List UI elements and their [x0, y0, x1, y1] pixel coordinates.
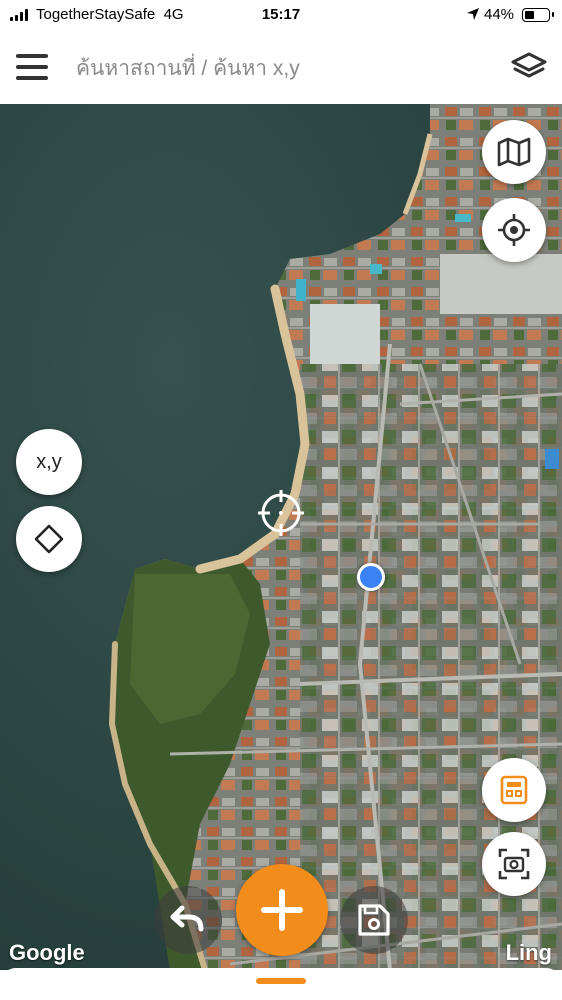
direction-button[interactable]: [16, 506, 82, 572]
layers-icon[interactable]: [508, 50, 550, 84]
crosshair-icon: [258, 490, 304, 536]
undo-button[interactable]: [154, 886, 222, 954]
watermark: Ling: [505, 940, 552, 965]
plus-icon: [261, 889, 303, 931]
satellite-map[interactable]: x,y Google Ling: [0, 104, 562, 970]
undo-icon: [170, 905, 204, 932]
map-icon: [497, 137, 531, 167]
battery-percent: 44%: [484, 6, 515, 23]
menu-icon[interactable]: [14, 54, 50, 80]
search-input[interactable]: ค้นหาสถานที่ / ค้นหา x,y: [76, 52, 300, 85]
calculator-icon: [500, 775, 528, 805]
diamond-icon: [34, 524, 64, 554]
battery-icon: [522, 8, 554, 22]
google-attribution: Google: [9, 940, 85, 965]
bottom-sheet[interactable]: [0, 968, 562, 1000]
save-icon: [358, 904, 390, 936]
save-button[interactable]: [340, 886, 408, 954]
add-button[interactable]: [236, 864, 328, 956]
search-header: ค้นหาสถานที่ / ค้นหา x,y: [0, 32, 562, 105]
camera-frame-icon: [498, 848, 530, 880]
current-location-marker: [357, 563, 385, 591]
map-type-button[interactable]: [482, 120, 546, 184]
target-icon: [498, 214, 530, 246]
status-bar: TogetherStaySafe 4G 15:17 44%: [0, 0, 562, 32]
location-arrow-icon: [466, 7, 480, 25]
my-location-button[interactable]: [482, 198, 546, 262]
screenshot-button[interactable]: [482, 832, 546, 896]
xy-button[interactable]: x,y: [16, 429, 82, 495]
measure-button[interactable]: [482, 758, 546, 822]
sheet-handle[interactable]: [256, 978, 306, 984]
